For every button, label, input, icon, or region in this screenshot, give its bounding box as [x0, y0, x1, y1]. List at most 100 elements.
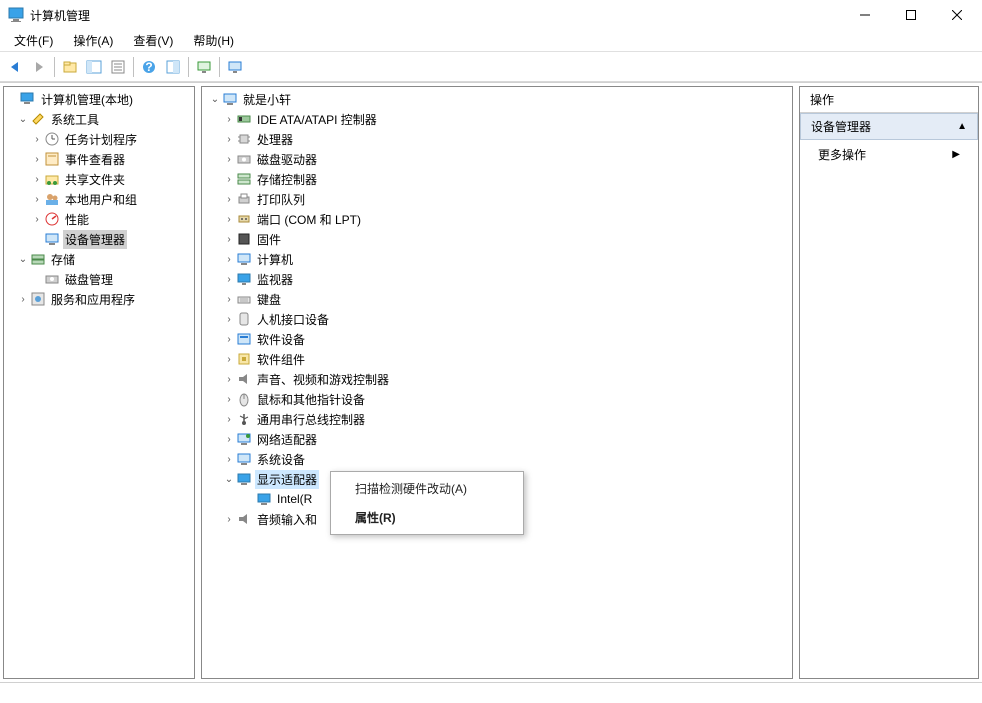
menu-file[interactable]: 文件(F): [6, 30, 61, 51]
chevron-right-icon[interactable]: ›: [222, 294, 236, 305]
device-label: 打印队列: [255, 190, 307, 209]
chevron-right-icon[interactable]: ›: [16, 294, 30, 305]
device-category[interactable]: › 声音、视频和游戏控制器: [202, 369, 792, 389]
chevron-right-icon[interactable]: ›: [30, 154, 44, 165]
chevron-right-icon[interactable]: ›: [222, 274, 236, 285]
chevron-right-icon[interactable]: ›: [30, 194, 44, 205]
performance-icon: [44, 211, 60, 227]
chevron-right-icon[interactable]: ›: [222, 234, 236, 245]
close-button[interactable]: [934, 0, 980, 30]
tree-task-scheduler[interactable]: › 任务计划程序: [4, 129, 194, 149]
actions-pane: 操作 设备管理器 ▲ 更多操作 ▶: [799, 86, 979, 679]
context-menu[interactable]: 扫描检测硬件改动(A) 属性(R): [330, 471, 524, 535]
tree-storage[interactable]: ⌄ 存储: [4, 249, 194, 269]
chevron-right-icon[interactable]: ›: [222, 214, 236, 225]
context-properties[interactable]: 属性(R): [333, 503, 521, 532]
chevron-right-icon[interactable]: ›: [222, 414, 236, 425]
tree-event-viewer[interactable]: › 事件查看器: [4, 149, 194, 169]
maximize-button[interactable]: [888, 0, 934, 30]
storage-icon: [30, 251, 46, 267]
back-button[interactable]: [4, 56, 26, 78]
device-category[interactable]: ›监视器: [202, 269, 792, 289]
chevron-right-icon[interactable]: ›: [222, 354, 236, 365]
chevron-right-icon[interactable]: ›: [222, 134, 236, 145]
tree-performance[interactable]: › 性能: [4, 209, 194, 229]
device-label: 声音、视频和游戏控制器: [255, 370, 391, 389]
device-icon: [236, 411, 252, 427]
device-category[interactable]: ›磁盘驱动器: [202, 149, 792, 169]
device-category[interactable]: ›IDE ATA/ATAPI 控制器: [202, 109, 792, 129]
device-label: 鼠标和其他指针设备: [255, 390, 367, 409]
tree-root-computer-mgmt[interactable]: 计算机管理(本地): [4, 89, 194, 109]
chevron-right-icon[interactable]: ›: [222, 374, 236, 385]
chevron-right-icon[interactable]: ›: [222, 114, 236, 125]
chevron-down-icon[interactable]: ⌄: [16, 114, 30, 125]
device-category[interactable]: › 打印队列: [202, 189, 792, 209]
device-label: 显示适配器: [255, 470, 319, 489]
minimize-button[interactable]: [842, 0, 888, 30]
device-root[interactable]: ⌄就是小轩: [202, 89, 792, 109]
monitor-button[interactable]: [224, 56, 246, 78]
chevron-right-icon[interactable]: ›: [222, 254, 236, 265]
properties-button[interactable]: [107, 56, 129, 78]
chevron-right-icon[interactable]: ›: [222, 334, 236, 345]
forward-button[interactable]: [28, 56, 50, 78]
device-category[interactable]: ›人机接口设备: [202, 309, 792, 329]
device-category[interactable]: ›通用串行总线控制器: [202, 409, 792, 429]
device-category[interactable]: ›处理器: [202, 129, 792, 149]
menu-view[interactable]: 查看(V): [125, 30, 181, 51]
chevron-right-icon[interactable]: ›: [30, 134, 44, 145]
device-icon: [222, 91, 238, 107]
chevron-right-icon[interactable]: ›: [30, 174, 44, 185]
menu-action[interactable]: 操作(A): [65, 30, 121, 51]
actions-category[interactable]: 设备管理器 ▲: [800, 113, 978, 140]
chevron-down-icon[interactable]: ⌄: [16, 254, 30, 265]
device-label: 固件: [255, 230, 283, 249]
main-content: 计算机管理(本地) ⌄ 系统工具 › 任务计划程序 › 事件查看器 › 共享文件…: [0, 82, 982, 682]
help-button[interactable]: ?: [138, 56, 160, 78]
device-category[interactable]: ›网络适配器: [202, 429, 792, 449]
show-hide-tree-button[interactable]: [83, 56, 105, 78]
chevron-down-icon[interactable]: ⌄: [208, 94, 222, 105]
refresh-button[interactable]: [162, 56, 184, 78]
chevron-right-icon[interactable]: ›: [222, 454, 236, 465]
chevron-right-icon[interactable]: ›: [222, 514, 236, 525]
chevron-right-icon[interactable]: ›: [222, 154, 236, 165]
device-category[interactable]: ›键盘: [202, 289, 792, 309]
device-category[interactable]: ›软件设备: [202, 329, 792, 349]
tree-system-tools[interactable]: ⌄ 系统工具: [4, 109, 194, 129]
device-category[interactable]: ›存储控制器: [202, 169, 792, 189]
tree-label: 设备管理器: [63, 230, 127, 249]
chevron-right-icon[interactable]: ›: [222, 434, 236, 445]
device-icon: [236, 151, 252, 167]
scan-hardware-button[interactable]: [193, 56, 215, 78]
device-icon: [256, 491, 272, 507]
chevron-right-icon[interactable]: ›: [30, 214, 44, 225]
device-category[interactable]: ›计算机: [202, 249, 792, 269]
left-tree-pane[interactable]: 计算机管理(本地) ⌄ 系统工具 › 任务计划程序 › 事件查看器 › 共享文件…: [3, 86, 195, 679]
device-category[interactable]: › 鼠标和其他指针设备: [202, 389, 792, 409]
tree-services-apps[interactable]: › 服务和应用程序: [4, 289, 194, 309]
device-category[interactable]: ›端口 (COM 和 LPT): [202, 209, 792, 229]
context-scan-hardware[interactable]: 扫描检测硬件改动(A): [333, 474, 521, 503]
tree-shared-folders[interactable]: › 共享文件夹: [4, 169, 194, 189]
tree-local-users[interactable]: › 本地用户和组: [4, 189, 194, 209]
chevron-down-icon[interactable]: ⌄: [222, 474, 236, 485]
tree-device-manager[interactable]: 设备管理器: [4, 229, 194, 249]
up-button[interactable]: [59, 56, 81, 78]
device-tree-pane[interactable]: ⌄就是小轩›IDE ATA/ATAPI 控制器›处理器›磁盘驱动器›存储控制器›…: [201, 86, 793, 679]
menu-help[interactable]: 帮助(H): [185, 30, 242, 51]
disk-icon: [44, 271, 60, 287]
chevron-right-icon[interactable]: ›: [222, 314, 236, 325]
device-category[interactable]: › 固件: [202, 229, 792, 249]
actions-more[interactable]: 更多操作 ▶: [800, 140, 978, 169]
device-category[interactable]: ›软件组件: [202, 349, 792, 369]
chevron-right-icon[interactable]: ›: [222, 174, 236, 185]
device-label: 系统设备: [255, 450, 307, 469]
tree-disk-management[interactable]: 磁盘管理: [4, 269, 194, 289]
chevron-up-icon[interactable]: ▲: [957, 121, 967, 132]
device-category[interactable]: › 系统设备: [202, 449, 792, 469]
chevron-right-icon[interactable]: ›: [222, 194, 236, 205]
actions-header: 操作: [800, 87, 978, 113]
chevron-right-icon[interactable]: ›: [222, 394, 236, 405]
